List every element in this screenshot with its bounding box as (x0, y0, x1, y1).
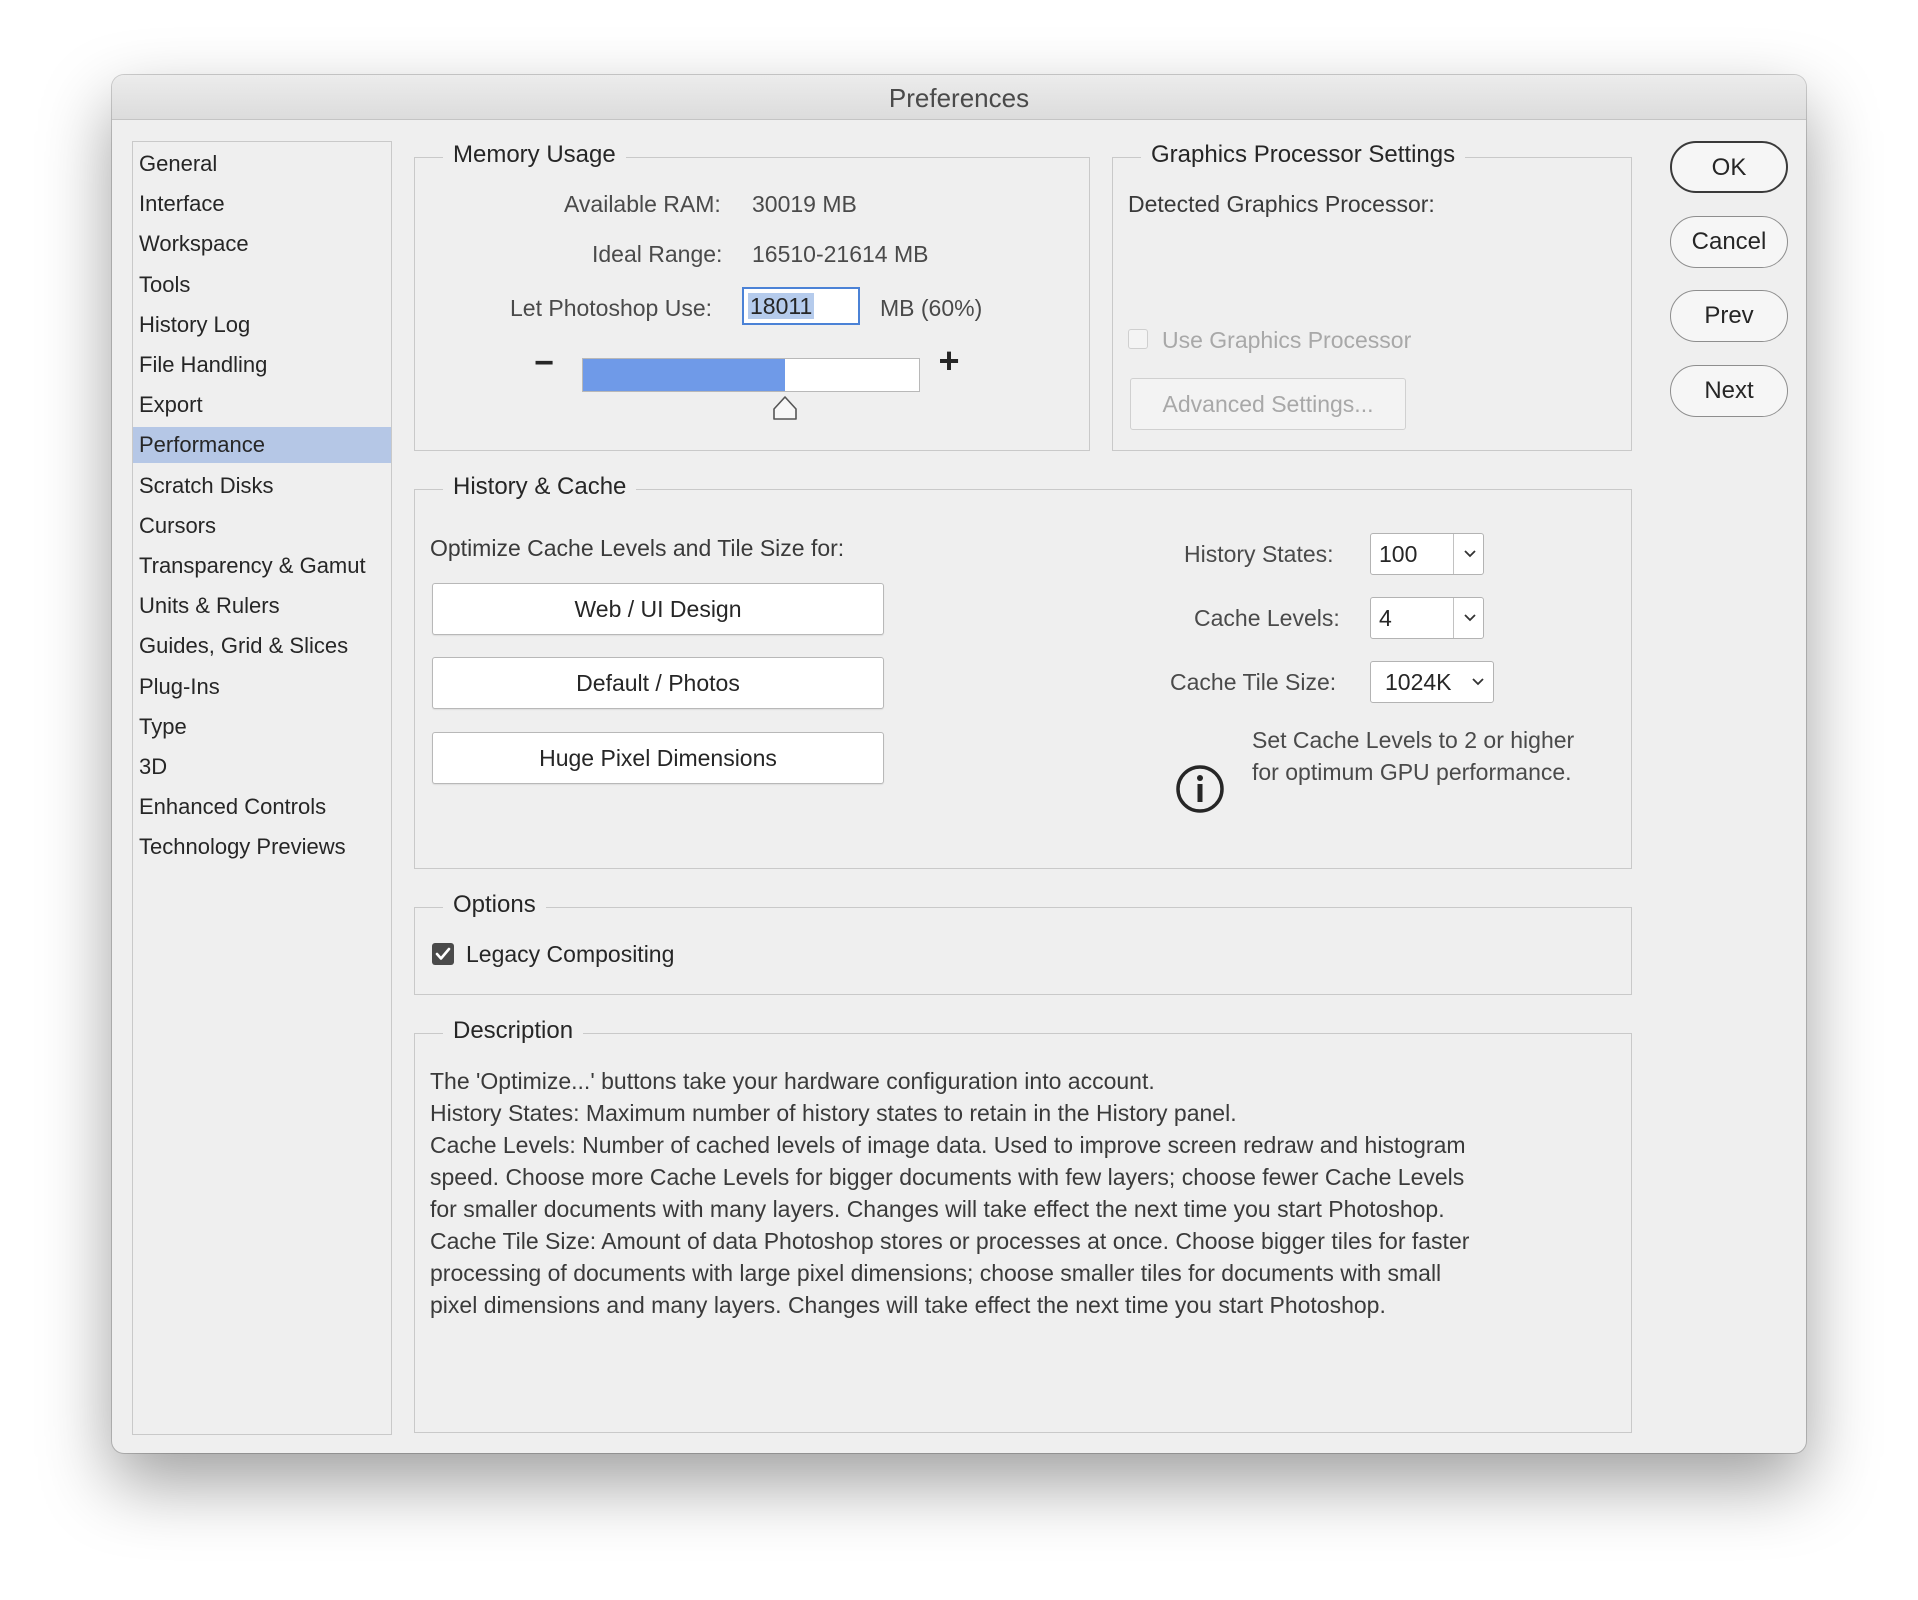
window-title: Preferences (112, 75, 1806, 120)
sidebar-item-performance[interactable]: Performance (133, 427, 391, 464)
memory-usage-title: Memory Usage (443, 141, 626, 169)
history-cache-title: History & Cache (443, 473, 637, 501)
ideal-range-value: 16510-21614 MB (752, 241, 929, 267)
info-text-line1: Set Cache Levels to 2 or higher (1252, 727, 1575, 753)
photoshop-use-suffix: MB (60%) (880, 295, 983, 321)
cache-tile-size-select[interactable]: 1024K (1370, 661, 1494, 703)
next-button[interactable]: Next (1670, 365, 1788, 417)
sidebar-item-interface[interactable]: Interface (133, 186, 391, 222)
cache-levels-label: Cache Levels: (1194, 605, 1340, 631)
memory-slider[interactable] (582, 358, 920, 392)
options-title: Options (443, 891, 546, 919)
sidebar-item-3d[interactable]: 3D (133, 749, 391, 785)
advanced-settings-button[interactable]: Advanced Settings... (1130, 378, 1406, 430)
prev-button[interactable]: Prev (1670, 290, 1788, 342)
photoshop-use-label: Let Photoshop Use: (510, 295, 713, 321)
sidebar-item-history-log[interactable]: History Log (133, 307, 391, 343)
sidebar-item-cursors[interactable]: Cursors (133, 508, 391, 544)
chevron-down-icon[interactable] (1463, 546, 1477, 560)
cache-levels-value: 4 (1379, 605, 1392, 631)
select-separator (1453, 534, 1454, 574)
decrease-memory-button[interactable]: − (530, 343, 558, 383)
sidebar-item-tools[interactable]: Tools (133, 267, 391, 303)
sidebar-item-export[interactable]: Export (133, 387, 391, 423)
chevron-down-icon (1472, 678, 1484, 686)
sidebar-item-units-rulers[interactable]: Units & Rulers (133, 588, 391, 624)
legacy-compositing-label: Legacy Compositing (466, 941, 675, 967)
description-title: Description (443, 1017, 584, 1045)
preferences-sidebar: General Interface Workspace Tools History Lo… (132, 141, 392, 1435)
sidebar-item-general[interactable]: General (133, 146, 391, 182)
sidebar-item-scratch-disks[interactable]: Scratch Disks (133, 468, 391, 504)
history-states-label: History States: (1184, 541, 1334, 567)
memory-slider-fill (583, 359, 785, 391)
cache-levels-field[interactable]: 4 (1370, 597, 1484, 639)
use-gpu-label: Use Graphics Processor (1162, 327, 1412, 353)
available-ram-value: 30019 MB (752, 191, 857, 217)
optimize-label: Optimize Cache Levels and Tile Size for: (430, 535, 845, 561)
sidebar-item-guides-grid-slices[interactable]: Guides, Grid & Slices (133, 628, 391, 664)
sidebar-item-plug-ins[interactable]: Plug-Ins (133, 669, 391, 705)
select-separator (1453, 598, 1454, 638)
sidebar-item-enhanced-controls[interactable]: Enhanced Controls (133, 789, 391, 825)
detected-gpu-label: Detected Graphics Processor: (1128, 191, 1435, 217)
ideal-range-label: Ideal Range: (592, 241, 723, 267)
sidebar-item-workspace[interactable]: Workspace (133, 226, 391, 262)
cache-tile-size-value: 1024K (1385, 669, 1452, 695)
description-text: The 'Optimize...' buttons take your hard… (430, 1068, 1470, 1318)
history-states-field[interactable]: 100 (1370, 533, 1484, 575)
web-ui-design-button[interactable]: Web / UI Design (432, 583, 884, 635)
huge-pixel-dimensions-button[interactable]: Huge Pixel Dimensions (432, 732, 884, 784)
available-ram-label: Available RAM: (564, 191, 721, 217)
history-states-value: 100 (1379, 541, 1418, 567)
sidebar-item-transparency-gamut[interactable]: Transparency & Gamut (133, 548, 391, 584)
memory-slider-thumb[interactable] (771, 395, 799, 421)
sidebar-item-file-handling[interactable]: File Handling (133, 347, 391, 383)
use-gpu-checkbox[interactable] (1128, 329, 1148, 349)
checkmark-icon (435, 947, 451, 960)
legacy-compositing-checkbox[interactable] (432, 943, 454, 965)
chevron-down-icon[interactable] (1463, 610, 1477, 624)
photoshop-use-value: 18011 (750, 293, 813, 319)
sidebar-item-type[interactable]: Type (133, 709, 391, 745)
increase-memory-button[interactable]: + (934, 341, 964, 381)
photoshop-use-input[interactable]: 18011 (742, 287, 860, 325)
info-icon (1176, 765, 1224, 813)
ok-button[interactable]: OK (1670, 141, 1788, 193)
info-text-line2: for optimum GPU performance. (1252, 759, 1572, 785)
cache-tile-size-label: Cache Tile Size: (1170, 669, 1337, 695)
default-photos-button[interactable]: Default / Photos (432, 657, 884, 709)
sidebar-item-technology-previews[interactable]: Technology Previews (133, 829, 391, 865)
preferences-window: Preferences General Interface Workspace Too… (112, 75, 1806, 1453)
gpu-settings-title: Graphics Processor Settings (1141, 141, 1466, 169)
cancel-button[interactable]: Cancel (1670, 216, 1788, 268)
